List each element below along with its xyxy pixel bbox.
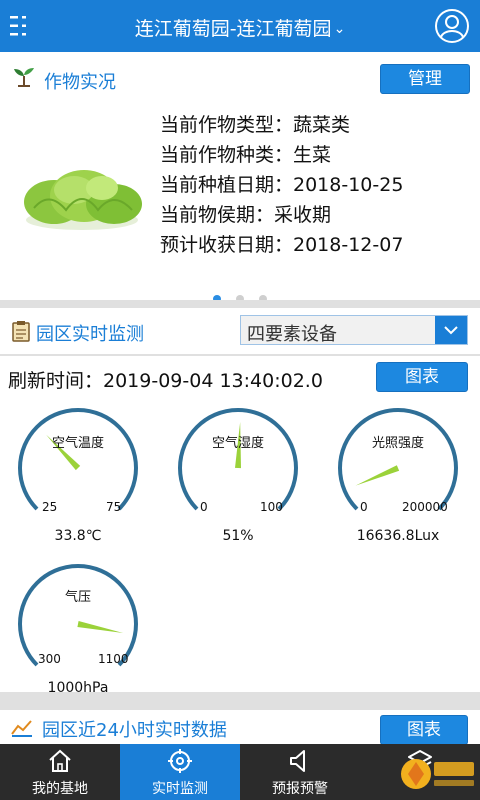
gauge-label: 气压 <box>64 590 91 605</box>
chevron-down-icon: ⌄ <box>333 21 346 37</box>
target-icon <box>168 749 192 773</box>
lettuce-image <box>24 170 142 230</box>
gauge-needle <box>77 621 124 633</box>
chart-line-icon <box>11 720 32 737</box>
monitor-panel: 刷新时间：2019-09-04 13:40:02.0 图表 空气温度 25 75… <box>0 356 480 696</box>
crop-section-title: 作物实况 <box>44 72 116 93</box>
gauge-air-temperature: 空气温度 25 75 33.8℃ <box>18 408 158 558</box>
gauge-arc <box>338 408 458 511</box>
planting-date: 当前种植日期：2018-10-25 <box>160 174 404 196</box>
chart-button[interactable]: 图表 <box>376 362 468 392</box>
gauge-label: 光照强度 <box>371 436 424 451</box>
gauge-min: 25 <box>42 500 58 514</box>
recent-24h-title: 园区近24小时实时数据 <box>42 720 227 741</box>
watermark-logo <box>401 759 474 789</box>
refresh-time: 刷新时间：2019-09-04 13:40:02.0 <box>8 370 323 392</box>
divider <box>0 300 480 308</box>
nav-item-my-base[interactable]: 我的基地 <box>0 744 120 800</box>
clipboard-icon <box>12 321 30 342</box>
page-title: 连江葡萄园-连江葡萄园 <box>134 18 332 40</box>
divider <box>0 692 480 710</box>
gauge-min: 0 <box>200 500 208 514</box>
gauge-arc <box>18 564 138 667</box>
nav-label: 我的基地 <box>32 781 88 797</box>
gauge-min: 300 <box>38 652 61 666</box>
sprout-icon <box>14 68 34 87</box>
nav-label: 实时监测 <box>152 781 208 797</box>
top-bar: 连江葡萄园-连江葡萄园 ⌄ <box>0 0 480 52</box>
nav-label: 预报预警 <box>272 781 328 797</box>
nav-item-forecast-alert[interactable]: 预报预警 <box>240 744 360 800</box>
chevron-down-icon[interactable] <box>435 316 467 344</box>
gauge-label: 空气湿度 <box>211 436 264 451</box>
nav-item-realtime-monitor[interactable]: 实时监测 <box>120 744 240 800</box>
monitor-section-title: 园区实时监测 <box>36 324 144 345</box>
device-select-value: 四要素设备 <box>247 324 337 345</box>
recent-24h-section-header: 园区近24小时实时数据 图表 <box>0 710 480 745</box>
gauge-label: 空气温度 <box>51 436 104 451</box>
gauge-arc <box>18 408 138 511</box>
gauge-max: 100 <box>260 500 283 514</box>
farm-selector[interactable]: 连江葡萄园-连江葡萄园 ⌄ <box>0 14 480 41</box>
gauge-max: 200000 <box>402 500 448 514</box>
phenology-stage: 当前物侯期：采收期 <box>160 204 332 226</box>
gauge-max: 1100 <box>98 652 129 666</box>
gauge-value: 51% <box>222 528 254 544</box>
crop-variety: 当前作物种类：生菜 <box>160 144 332 166</box>
gauge-value: 16636.8Lux <box>356 528 440 544</box>
gauge-needle <box>355 465 400 486</box>
gauge-air-humidity: 空气湿度 0 100 51% <box>178 408 318 558</box>
crop-details: 当前作物类型：蔬菜类 当前作物种类：生菜 当前种植日期：2018-10-25 当… <box>160 110 403 260</box>
device-select[interactable]: 四要素设备 <box>240 315 468 345</box>
gauge-light-intensity: 光照强度 0 200000 16636.8Lux <box>338 408 478 558</box>
gauge-min: 0 <box>360 500 368 514</box>
crop-section-header: 作物实况 管理 <box>0 52 480 102</box>
crop-type: 当前作物类型：蔬菜类 <box>160 114 351 136</box>
recent-24h-chart-button[interactable]: 图表 <box>380 715 468 745</box>
manage-button[interactable]: 管理 <box>380 64 470 94</box>
gauge-max: 75 <box>106 500 122 514</box>
gauge-value: 33.8℃ <box>54 528 102 544</box>
home-icon <box>49 749 71 772</box>
gauge-dial <box>18 408 138 511</box>
harvest-date: 预计收获日期：2018-12-07 <box>160 234 404 256</box>
user-avatar-icon[interactable] <box>434 8 470 44</box>
crop-info-panel: 当前作物类型：蔬菜类 当前作物种类：生菜 当前种植日期：2018-10-25 当… <box>0 102 480 303</box>
speaker-icon <box>290 750 305 772</box>
gauge-dial <box>178 408 298 511</box>
